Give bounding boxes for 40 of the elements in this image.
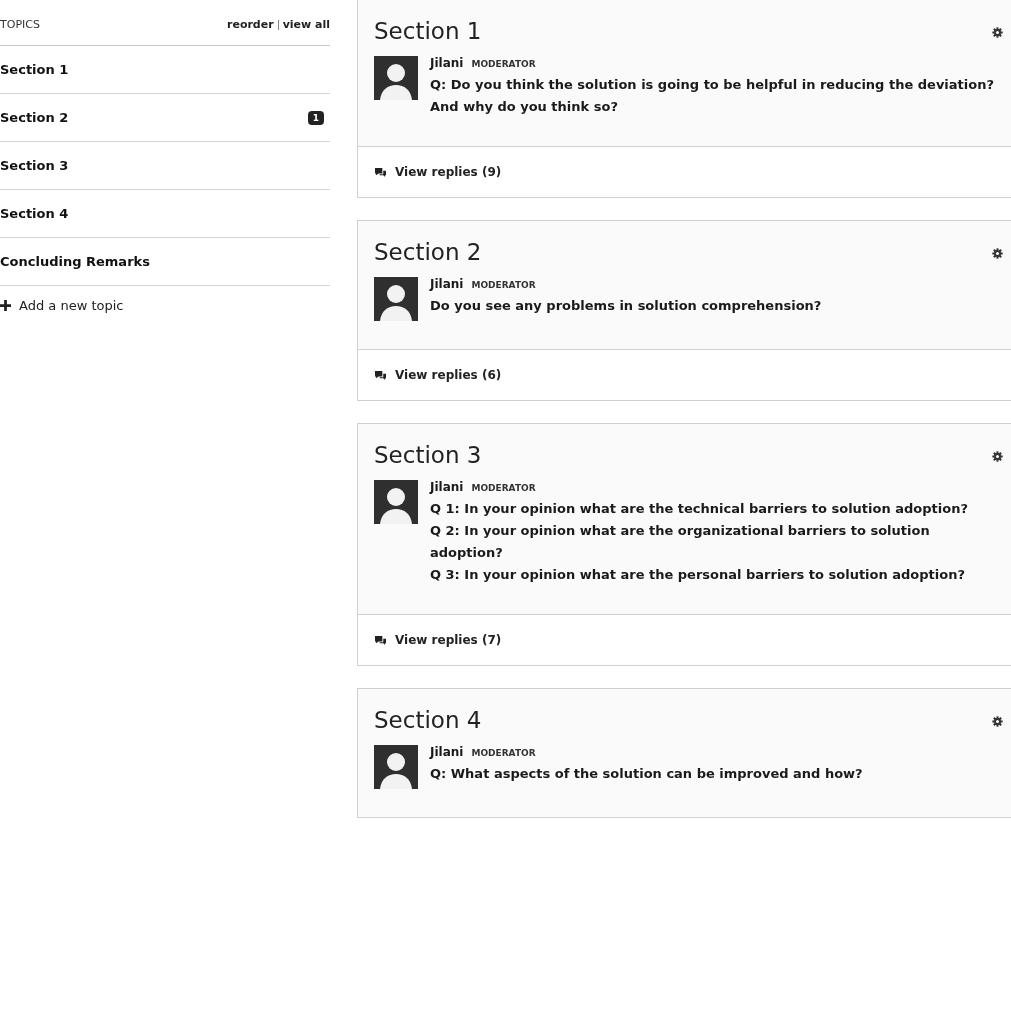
author-name[interactable]: Jilani	[430, 480, 464, 494]
author-name[interactable]: Jilani	[430, 56, 464, 70]
settings-icon[interactable]	[992, 450, 1003, 462]
question-text: Q: Do you think the solution is going to be helpful in reducing the deviation? And why do you think so?	[430, 76, 995, 116]
topic-link[interactable]: Section 4	[0, 206, 69, 221]
settings-icon[interactable]	[992, 247, 1003, 259]
author-name[interactable]: Jilani	[430, 277, 464, 291]
topic-link[interactable]: Section 3	[0, 158, 69, 173]
comments-icon	[374, 369, 387, 381]
topic-link[interactable]: Section 1	[0, 62, 69, 77]
section-title: Section 3	[374, 442, 482, 468]
avatar-icon	[374, 56, 418, 100]
role-label: MODERATOR	[471, 280, 536, 290]
section-title: Section 2	[374, 239, 482, 265]
sidebar-heading: TOPICS	[0, 18, 40, 31]
sidebar-link[interactable]: view all	[282, 18, 330, 31]
question-text: Q 1: In your opinion what are the technical barriers to solution adoption?	[430, 500, 969, 518]
avatar-icon	[374, 277, 418, 321]
author-name[interactable]: Jilani	[430, 745, 464, 759]
comments-icon	[374, 634, 387, 646]
add-topic-link[interactable]: Add a new topic	[0, 286, 330, 325]
sidebar-link[interactable]: reorder	[227, 18, 274, 31]
settings-icon[interactable]	[992, 26, 1003, 38]
question-text: Do you see any problems in solution comprehension?	[430, 297, 822, 315]
role-label: MODERATOR	[471, 748, 536, 758]
topic-link[interactable]: Concluding Remarks	[0, 254, 150, 269]
question-text: Q 3: In your opinion what are the personal barriers to solution adoption?	[430, 566, 966, 584]
section-title: Section 4	[374, 707, 482, 733]
settings-icon[interactable]	[992, 715, 1003, 727]
avatar-icon	[374, 745, 418, 789]
plus-icon	[0, 300, 11, 311]
question-text: Q 2: In your opinion what are the organizational barriers to solution adoption?	[430, 522, 931, 562]
section-title: Section 1	[374, 18, 482, 44]
role-label: MODERATOR	[471, 59, 536, 69]
count-badge: 1	[307, 110, 324, 125]
role-label: MODERATOR	[471, 483, 536, 493]
question-text: Q: What aspects of the solution can be improved and how?	[430, 765, 863, 783]
topic-link[interactable]: Section 2	[0, 110, 69, 125]
comments-icon	[374, 166, 387, 178]
avatar-icon	[374, 480, 418, 524]
